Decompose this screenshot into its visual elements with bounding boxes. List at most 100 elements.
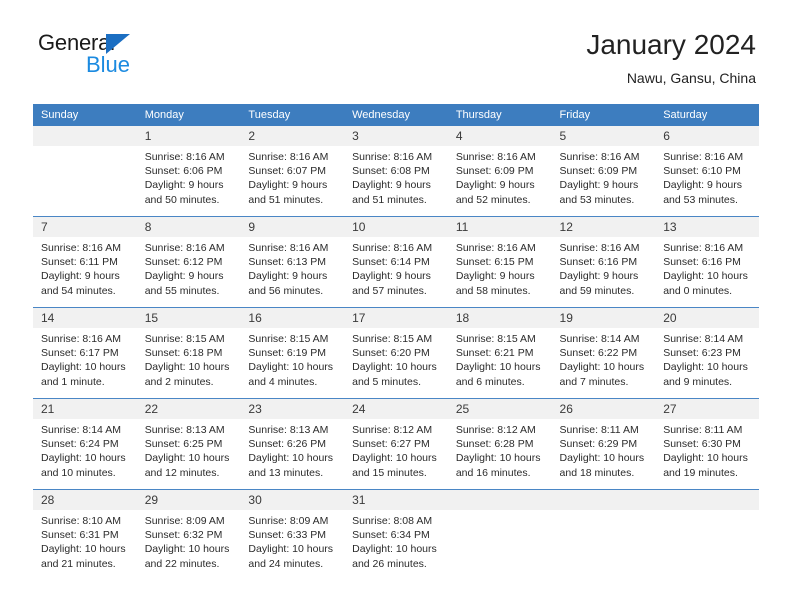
day-cell[interactable]: 17 Sunrise: 8:15 AM Sunset: 6:20 PM Dayligh… xyxy=(344,307,448,399)
daylight-text-line1: Daylight: 9 hours xyxy=(455,179,535,192)
day-cell[interactable]: 8 Sunrise: 8:16 AM Sunset: 6:12 PM Daylight… xyxy=(136,216,241,308)
day-details: Sunrise: 8:16 AM Sunset: 6:17 PM Daylight:… xyxy=(33,328,137,389)
day-details: Sunrise: 8:09 AM Sunset: 6:33 PM Daylight:… xyxy=(240,510,344,571)
sunset-text: Sunset: 6:19 PM xyxy=(248,347,327,360)
sunset-text: Sunset: 6:20 PM xyxy=(352,347,430,360)
calendar-week-row: 28 Sunrise: 8:10 AM Sunset: 6:31 PM Dayligh… xyxy=(33,489,759,580)
sunset-text: Sunset: 6:25 PM xyxy=(144,438,223,451)
daylight-text-line2: and 12 minutes. xyxy=(144,466,220,479)
day-cell[interactable]: 5 Sunrise: 8:16 AM Sunset: 6:09 PM Daylight… xyxy=(551,126,656,217)
calendar-page: General Blue January 2024 Nawu, Gansu, C… xyxy=(0,0,792,612)
day-cell[interactable]: 19 Sunrise: 8:14 AM Sunset: 6:22 PM Dayligh… xyxy=(551,307,656,399)
daylight-text-line1: Daylight: 10 hours xyxy=(352,361,437,374)
day-cell[interactable]: 28 Sunrise: 8:10 AM Sunset: 6:31 PM Dayligh… xyxy=(33,489,137,580)
day-cell[interactable]: 21 Sunrise: 8:14 AM Sunset: 6:24 PM Dayligh… xyxy=(33,398,137,490)
sunset-text: Sunset: 6:14 PM xyxy=(352,256,430,269)
day-cell[interactable]: 27 Sunrise: 8:11 AM Sunset: 6:30 PM Dayligh… xyxy=(655,398,759,490)
sunrise-text: Sunrise: 8:16 AM xyxy=(144,151,225,163)
calendar-body: 1 Sunrise: 8:16 AM Sunset: 6:06 PM Daylight… xyxy=(33,126,759,580)
day-details: Sunrise: 8:16 AM Sunset: 6:09 PM Daylight:… xyxy=(552,146,656,207)
day-details: Sunrise: 8:09 AM Sunset: 6:32 PM Daylight:… xyxy=(137,510,241,571)
day-cell[interactable]: 20 Sunrise: 8:14 AM Sunset: 6:23 PM Dayligh… xyxy=(655,307,759,399)
day-number: 20 xyxy=(655,308,759,328)
daylight-text-line1: Daylight: 10 hours xyxy=(144,361,230,374)
day-details: Sunrise: 8:15 AM Sunset: 6:21 PM Daylight:… xyxy=(448,328,552,389)
daylight-text-line1: Daylight: 10 hours xyxy=(559,452,645,465)
day-cell-empty xyxy=(33,126,137,217)
day-cell[interactable]: 24 Sunrise: 8:12 AM Sunset: 6:27 PM Dayligh… xyxy=(344,398,448,490)
day-cell[interactable]: 4 Sunrise: 8:16 AM Sunset: 6:09 PM Daylight… xyxy=(447,126,552,217)
sunrise-text: Sunrise: 8:16 AM xyxy=(559,151,640,163)
day-cell[interactable]: 15 Sunrise: 8:15 AM Sunset: 6:18 PM Dayligh… xyxy=(136,307,241,399)
daylight-text-line1: Daylight: 10 hours xyxy=(352,452,437,465)
day-cell[interactable]: 13 Sunrise: 8:16 AM Sunset: 6:16 PM Dayligh… xyxy=(655,216,759,308)
daylight-text-line1: Daylight: 9 hours xyxy=(352,179,431,192)
sunrise-text: Sunrise: 8:16 AM xyxy=(248,242,329,254)
daylight-text-line1: Daylight: 10 hours xyxy=(41,361,126,374)
day-number: 5 xyxy=(551,126,656,146)
day-number: 13 xyxy=(655,217,759,237)
daylight-text-line1: Daylight: 9 hours xyxy=(455,270,535,283)
day-cell[interactable]: 9 Sunrise: 8:16 AM Sunset: 6:13 PM Daylight… xyxy=(240,216,345,308)
day-number: 28 xyxy=(33,490,137,510)
day-details: Sunrise: 8:16 AM Sunset: 6:06 PM Daylight:… xyxy=(137,146,241,207)
sunset-text: Sunset: 6:07 PM xyxy=(248,165,327,178)
day-cell[interactable]: 29 Sunrise: 8:09 AM Sunset: 6:32 PM Dayligh… xyxy=(136,489,241,580)
day-cell[interactable]: 31 Sunrise: 8:08 AM Sunset: 6:34 PM Dayligh… xyxy=(344,489,448,580)
sunrise-text: Sunrise: 8:15 AM xyxy=(352,333,433,345)
sunrise-text: Sunrise: 8:11 AM xyxy=(663,424,743,436)
day-cell[interactable]: 18 Sunrise: 8:15 AM Sunset: 6:21 PM Dayligh… xyxy=(447,307,552,399)
daylight-text-line1: Daylight: 10 hours xyxy=(663,452,748,465)
day-details: Sunrise: 8:16 AM Sunset: 6:07 PM Daylight:… xyxy=(240,146,344,207)
day-cell[interactable]: 3 Sunrise: 8:16 AM Sunset: 6:08 PM Daylight… xyxy=(344,126,448,217)
calendar-table: Sunday Monday Tuesday Wednesday Thursday Frid… xyxy=(33,104,759,580)
day-cell[interactable]: 6 Sunrise: 8:16 AM Sunset: 6:10 PM Daylight… xyxy=(655,126,759,217)
day-cell[interactable]: 7 Sunrise: 8:16 AM Sunset: 6:11 PM Daylight… xyxy=(33,216,137,308)
calendar-week-row: 7 Sunrise: 8:16 AM Sunset: 6:11 PM Daylight… xyxy=(33,216,759,308)
day-cell-empty xyxy=(447,489,552,580)
day-cell[interactable]: 14 Sunrise: 8:16 AM Sunset: 6:17 PM Dayligh… xyxy=(33,307,137,399)
sunrise-text: Sunrise: 8:16 AM xyxy=(663,242,744,254)
daylight-text-line1: Daylight: 9 hours xyxy=(248,179,328,192)
day-cell[interactable]: 1 Sunrise: 8:16 AM Sunset: 6:06 PM Daylight… xyxy=(136,126,241,217)
sunset-text: Sunset: 6:29 PM xyxy=(559,438,638,451)
day-details: Sunrise: 8:13 AM Sunset: 6:26 PM Daylight:… xyxy=(240,419,344,480)
daylight-text-line1: Daylight: 10 hours xyxy=(144,543,230,556)
daylight-text-line2: and 10 minutes. xyxy=(41,466,116,479)
sunset-text: Sunset: 6:23 PM xyxy=(663,347,741,360)
day-details: Sunrise: 8:11 AM Sunset: 6:29 PM Daylight:… xyxy=(552,419,656,480)
day-cell[interactable]: 11 Sunrise: 8:16 AM Sunset: 6:15 PM Dayligh… xyxy=(447,216,552,308)
day-number: 24 xyxy=(344,399,448,419)
sunrise-text: Sunrise: 8:16 AM xyxy=(41,242,121,254)
sunset-text: Sunset: 6:21 PM xyxy=(455,347,534,360)
daylight-text-line2: and 13 minutes. xyxy=(248,466,324,479)
day-details: Sunrise: 8:14 AM Sunset: 6:22 PM Daylight:… xyxy=(552,328,656,389)
sunset-text: Sunset: 6:18 PM xyxy=(144,347,223,360)
daylight-text-line1: Daylight: 9 hours xyxy=(248,270,328,283)
day-cell[interactable]: 12 Sunrise: 8:16 AM Sunset: 6:16 PM Dayligh… xyxy=(551,216,656,308)
daylight-text-line2: and 59 minutes. xyxy=(559,284,635,297)
daylight-text-line2: and 57 minutes. xyxy=(352,284,427,297)
day-cell[interactable]: 26 Sunrise: 8:11 AM Sunset: 6:29 PM Dayligh… xyxy=(551,398,656,490)
day-cell[interactable]: 2 Sunrise: 8:16 AM Sunset: 6:07 PM Daylight… xyxy=(240,126,345,217)
day-cell[interactable]: 10 Sunrise: 8:16 AM Sunset: 6:14 PM Dayligh… xyxy=(344,216,448,308)
day-cell[interactable]: 30 Sunrise: 8:09 AM Sunset: 6:33 PM Dayligh… xyxy=(240,489,345,580)
daylight-text-line2: and 16 minutes. xyxy=(455,466,531,479)
daylight-text-line2: and 5 minutes. xyxy=(352,375,421,388)
day-number: 11 xyxy=(447,217,552,237)
daylight-text-line2: and 15 minutes. xyxy=(352,466,427,479)
sunrise-text: Sunrise: 8:16 AM xyxy=(144,242,225,254)
sunset-text: Sunset: 6:16 PM xyxy=(663,256,741,269)
daylight-text-line1: Daylight: 10 hours xyxy=(41,452,126,465)
day-cell[interactable]: 22 Sunrise: 8:13 AM Sunset: 6:25 PM Dayligh… xyxy=(136,398,241,490)
daylight-text-line2: and 22 minutes. xyxy=(144,557,220,570)
day-details: Sunrise: 8:16 AM Sunset: 6:11 PM Daylight:… xyxy=(33,237,137,298)
day-details: Sunrise: 8:10 AM Sunset: 6:31 PM Daylight:… xyxy=(33,510,137,571)
daylight-text-line1: Daylight: 10 hours xyxy=(559,361,645,374)
daylight-text-line2: and 55 minutes. xyxy=(144,284,220,297)
day-cell[interactable]: 25 Sunrise: 8:12 AM Sunset: 6:28 PM Dayligh… xyxy=(447,398,552,490)
calendar-grid: Sunday Monday Tuesday Wednesday Thursday Frid… xyxy=(33,104,759,580)
day-cell[interactable]: 16 Sunrise: 8:15 AM Sunset: 6:19 PM Dayligh… xyxy=(240,307,345,399)
day-cell[interactable]: 23 Sunrise: 8:13 AM Sunset: 6:26 PM Dayligh… xyxy=(240,398,345,490)
day-details: Sunrise: 8:16 AM Sunset: 6:10 PM Daylight:… xyxy=(655,146,759,207)
